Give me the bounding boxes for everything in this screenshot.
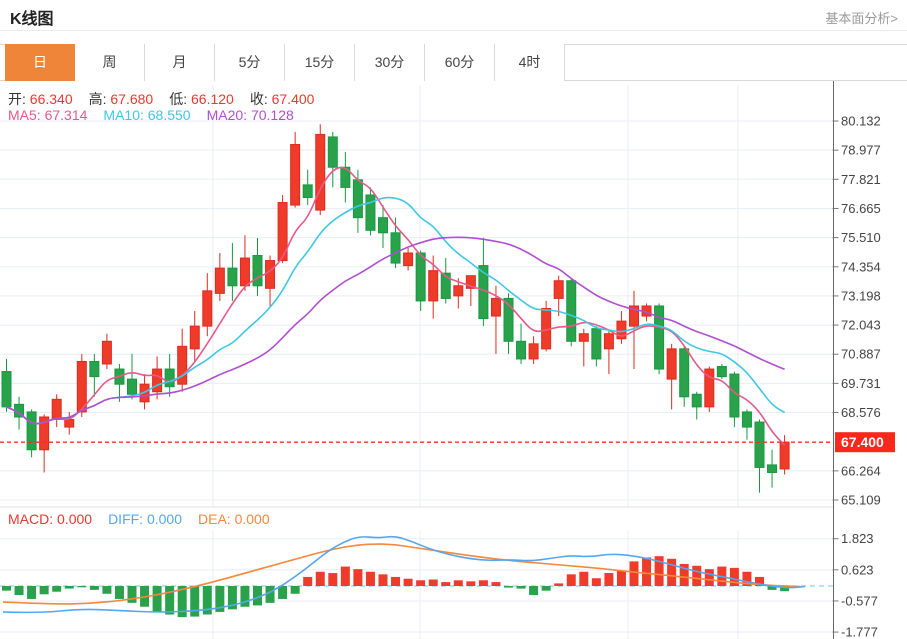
grid-lines	[0, 85, 833, 639]
svg-text:0.623: 0.623	[841, 562, 874, 577]
svg-text:-1.777: -1.777	[841, 625, 878, 639]
tab-2[interactable]: 月	[145, 44, 215, 81]
svg-text:70.887: 70.887	[841, 347, 881, 362]
readout-pair: MACD: 0.000	[8, 511, 93, 527]
y-axis: 80.132 78.977 77.821 76.665 75.510 74.354 73.1…	[832, 81, 881, 639]
svg-text:76.665: 76.665	[841, 201, 881, 216]
ma-readout: MA5: 67.314 MA10: 68.550 MA20: 70.128	[8, 107, 310, 123]
svg-text:68.576: 68.576	[841, 405, 881, 420]
readout-pair: 低: 66.120	[169, 91, 234, 107]
tab-3[interactable]: 5分	[215, 44, 285, 81]
svg-text:72.043: 72.043	[841, 318, 881, 333]
ohlc-readout: 开: 66.340 高: 67.680 低: 66.120 收: 67.400	[8, 89, 330, 109]
svg-text:73.198: 73.198	[841, 288, 881, 303]
svg-text:80.132: 80.132	[841, 113, 881, 128]
svg-text:65.109: 65.109	[841, 493, 881, 508]
readout-pair: MA20: 70.128	[206, 107, 294, 123]
tab-6[interactable]: 60分	[425, 44, 495, 81]
svg-text:66.264: 66.264	[841, 463, 881, 478]
tab-1[interactable]: 周	[75, 44, 145, 81]
period-tabbar: 日周月 5分 15分 30分 60分 4时	[0, 44, 907, 81]
svg-text:77.821: 77.821	[841, 172, 881, 187]
period-tabs: 日周月 5分 15分 30分 60分 4时	[5, 44, 565, 81]
readout-pair: 收: 67.400	[249, 91, 315, 107]
tab-5[interactable]: 30分	[355, 44, 425, 81]
readout-pair: DIFF: 0.000	[108, 511, 182, 527]
header: K线图 基本面分析>	[0, 0, 907, 31]
tab-day[interactable]: 日	[5, 44, 75, 81]
fundamental-analysis-link[interactable]: 基本面分析>	[825, 8, 898, 27]
svg-text:-0.577: -0.577	[841, 593, 878, 608]
svg-text:69.731: 69.731	[841, 376, 881, 391]
readout-pair: DEA: 0.000	[198, 511, 270, 527]
svg-text:75.510: 75.510	[841, 230, 881, 245]
svg-text:74.354: 74.354	[841, 259, 881, 274]
page-title: K线图	[10, 11, 54, 28]
tab-7[interactable]: 4时	[495, 44, 565, 81]
svg-text:67.400: 67.400	[841, 434, 884, 450]
readout-pair: MA10: 68.550	[103, 107, 191, 123]
readout-pair: 开: 66.340	[8, 91, 73, 107]
readout-pair: MA5: 67.314	[8, 107, 88, 123]
svg-text:78.977: 78.977	[841, 143, 881, 158]
ma5-line	[6, 166, 786, 446]
price-badge: 67.400	[835, 432, 895, 453]
tab-4[interactable]: 15分	[285, 44, 355, 81]
svg-text:1.823: 1.823	[841, 531, 874, 546]
readout-pair: 高: 67.680	[88, 91, 154, 107]
macd-readout: MACD: 0.000 DIFF: 0.000 DEA: 0.000	[8, 511, 286, 527]
